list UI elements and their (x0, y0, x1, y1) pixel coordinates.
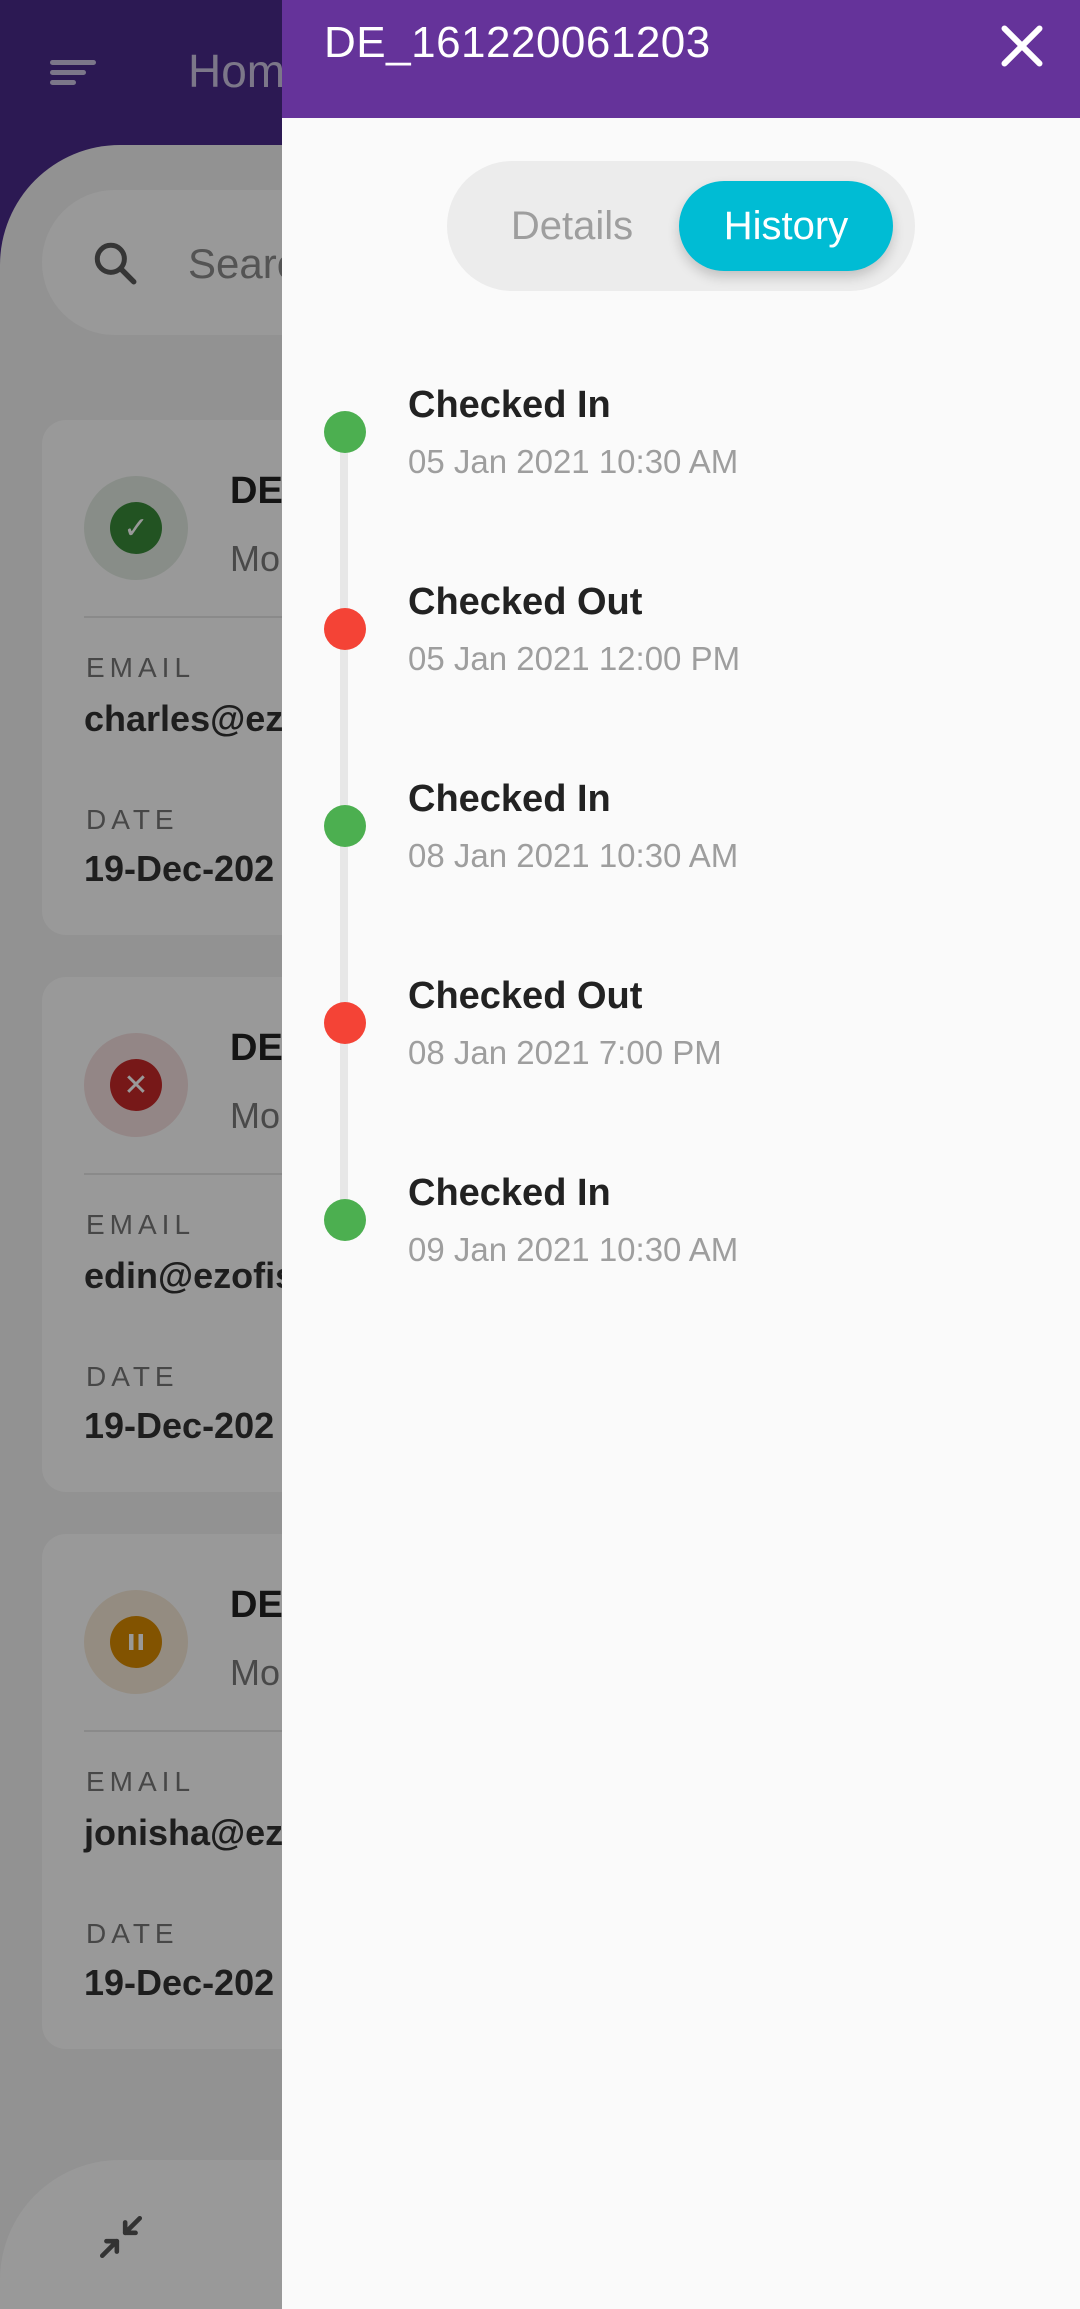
history-event-title: Checked In (408, 1172, 611, 1214)
history-event-time: 08 Jan 2021 10:30 AM (408, 837, 739, 874)
tab-details[interactable]: Details (467, 181, 677, 271)
checked-out-dot (324, 1002, 366, 1044)
tab-switcher: Details History (447, 161, 915, 291)
history-event-time: 08 Jan 2021 7:00 PM (408, 1034, 722, 1071)
history-event-time: 05 Jan 2021 10:30 AM (408, 443, 739, 480)
drawer-title: DE_161220061203 (324, 18, 711, 67)
tab-history[interactable]: History (679, 181, 893, 271)
checked-out-dot (324, 608, 366, 650)
close-icon[interactable] (992, 16, 1052, 76)
history-event-title: Checked In (408, 384, 611, 426)
history-event-title: Checked Out (408, 975, 643, 1017)
checked-in-dot (324, 1199, 366, 1241)
checked-in-dot (324, 411, 366, 453)
checked-in-dot (324, 805, 366, 847)
history-event-title: Checked Out (408, 581, 643, 623)
history-event-title: Checked In (408, 778, 611, 820)
drawer-header: DE_161220061203 (282, 0, 1080, 118)
history-event-time: 09 Jan 2021 10:30 AM (408, 1231, 739, 1268)
history-event-time: 05 Jan 2021 12:00 PM (408, 640, 741, 677)
history-drawer: DE_161220061203 Details History Checked … (282, 0, 1080, 2309)
